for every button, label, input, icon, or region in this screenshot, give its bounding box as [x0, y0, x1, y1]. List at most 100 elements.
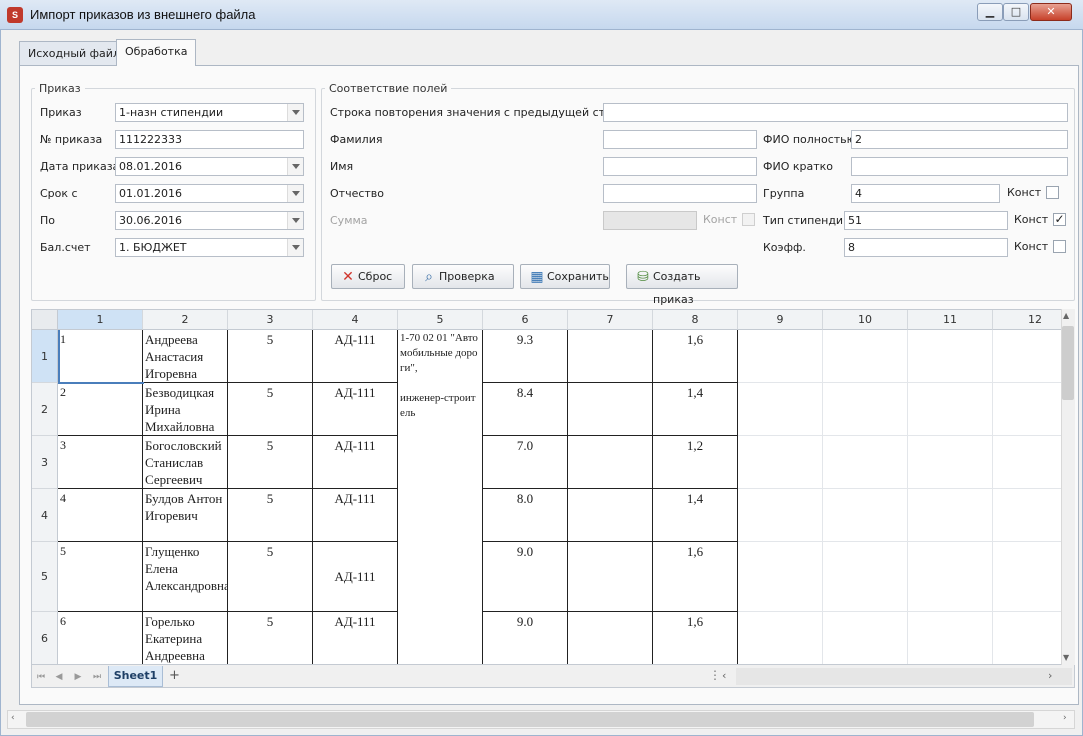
save-button[interactable]: ▦ Сохранить: [520, 264, 610, 289]
chevron-down-icon[interactable]: [287, 158, 303, 175]
chevron-down-icon[interactable]: [287, 212, 303, 229]
grid-cell[interactable]: 5: [228, 542, 313, 612]
repeat-row-input[interactable]: [603, 103, 1068, 122]
grid-cell[interactable]: 6: [58, 612, 143, 664]
grid-horizontal-scrollbar[interactable]: [736, 668, 1072, 685]
grid-cell[interactable]: [568, 330, 653, 383]
grid-cell[interactable]: [738, 436, 823, 489]
close-button[interactable]: ✕: [1030, 3, 1072, 21]
grid-cell[interactable]: [823, 612, 908, 664]
grid-cell[interactable]: АД-111: [313, 489, 398, 542]
grid-cell[interactable]: [908, 542, 993, 612]
grid-cell[interactable]: [568, 612, 653, 664]
grid-cell[interactable]: Богословский Станислав Сергеевич: [143, 436, 228, 489]
maximize-button[interactable]: □: [1003, 3, 1029, 21]
grid-cell[interactable]: [823, 330, 908, 383]
grid-cell[interactable]: [738, 542, 823, 612]
grid-cell[interactable]: Глущенко Елена Александровна: [143, 542, 228, 612]
reset-button[interactable]: ✕ Сброс: [331, 264, 405, 289]
shortname-input[interactable]: [851, 157, 1068, 176]
order-type-select[interactable]: 1-назн стипендии: [115, 103, 304, 122]
grid-cell[interactable]: Горелько Екатерина Андреевна: [143, 612, 228, 664]
order-date-picker[interactable]: 08.01.2016: [115, 157, 304, 176]
grid-cell[interactable]: [568, 383, 653, 436]
chevron-down-icon[interactable]: [287, 185, 303, 202]
tab-source-file[interactable]: Исходный файл: [19, 41, 129, 65]
coef-const-checkbox[interactable]: [1053, 240, 1066, 253]
grid-cell[interactable]: 5: [228, 330, 313, 383]
grid-cell[interactable]: 3: [58, 436, 143, 489]
grid-cell[interactable]: АД-111: [313, 383, 398, 436]
scroll-down-icon[interactable]: ▼: [1063, 653, 1069, 662]
grid-cell[interactable]: 9.0: [483, 612, 568, 664]
grid-cell[interactable]: [823, 489, 908, 542]
grid-vertical-scroll-thumb[interactable]: [1062, 326, 1074, 400]
sheet-tab[interactable]: Sheet1: [108, 666, 163, 687]
grid-cell[interactable]: 1,4: [653, 383, 738, 436]
patronymic-input[interactable]: [603, 184, 757, 203]
grid-cell[interactable]: [738, 330, 823, 383]
grid-cell[interactable]: 8.4: [483, 383, 568, 436]
grid-cell[interactable]: [568, 542, 653, 612]
splitter-handle-icon[interactable]: ⋮: [709, 668, 721, 682]
prev-sheet-icon[interactable]: ◀: [51, 669, 67, 685]
grid-cell[interactable]: АД-111: [313, 436, 398, 489]
period-to-picker[interactable]: 30.06.2016: [115, 211, 304, 230]
scroll-left-icon[interactable]: ‹: [722, 669, 726, 682]
surname-input[interactable]: [603, 130, 757, 149]
grid-cell[interactable]: [568, 436, 653, 489]
grid-cell[interactable]: 1,6: [653, 542, 738, 612]
grid-cell[interactable]: [908, 489, 993, 542]
grid-cell[interactable]: АД-111: [313, 330, 398, 383]
scroll-right-icon[interactable]: ›: [1048, 669, 1052, 682]
tab-processing[interactable]: Обработка: [116, 39, 197, 66]
period-from-picker[interactable]: 01.01.2016: [115, 184, 304, 203]
grid-cell[interactable]: 5: [58, 542, 143, 612]
chevron-down-icon[interactable]: [287, 104, 303, 121]
name-input[interactable]: [603, 157, 757, 176]
grid-cell[interactable]: 1,6: [653, 612, 738, 664]
grid-cell[interactable]: Безводицкая Ирина Михайловна: [143, 383, 228, 436]
group-const-checkbox[interactable]: [1046, 186, 1059, 199]
grid-cell[interactable]: [738, 612, 823, 664]
grid-cell[interactable]: [568, 489, 653, 542]
grid-cell[interactable]: [908, 383, 993, 436]
first-sheet-icon[interactable]: ⏮: [33, 669, 49, 685]
grid-cell[interactable]: Андреева Анастасия Игоревна: [143, 330, 228, 383]
account-select[interactable]: 1. БЮДЖЕТ: [115, 238, 304, 257]
create-order-button[interactable]: ⛁ Создать приказ: [626, 264, 738, 306]
type-const-checkbox[interactable]: ✓: [1053, 213, 1066, 226]
scroll-up-icon[interactable]: ▲: [1063, 311, 1069, 320]
grid-cell[interactable]: 5: [228, 383, 313, 436]
grid-cell[interactable]: [823, 383, 908, 436]
grid-cell[interactable]: [823, 436, 908, 489]
scroll-left-icon[interactable]: ‹: [11, 713, 15, 723]
grid-cell[interactable]: 1,4: [653, 489, 738, 542]
grid-cell[interactable]: 4: [58, 489, 143, 542]
coefficient-input[interactable]: 8: [844, 238, 1008, 257]
grid-cell[interactable]: АД-111: [313, 612, 398, 664]
grid-cell[interactable]: [823, 542, 908, 612]
grid-cell[interactable]: 1,6: [653, 330, 738, 383]
grid-cell[interactable]: 5: [228, 436, 313, 489]
spreadsheet-grid[interactable]: 1 2 3 4 5 6 7 8 9 10 11 12 1 2 3 4 5 6 1…: [31, 309, 1075, 665]
minimize-button[interactable]: ▁: [977, 3, 1003, 21]
grid-cell[interactable]: [908, 330, 993, 383]
grid-cell[interactable]: [908, 436, 993, 489]
grid-cell[interactable]: [738, 383, 823, 436]
window-horizontal-scroll-thumb[interactable]: [26, 712, 1034, 727]
scholarship-type-input[interactable]: 51: [844, 211, 1008, 230]
grid-cell[interactable]: 7.0: [483, 436, 568, 489]
grid-cell[interactable]: 5: [228, 612, 313, 664]
chevron-down-icon[interactable]: [287, 239, 303, 256]
grid-cell[interactable]: [908, 612, 993, 664]
scroll-right-icon[interactable]: ›: [1063, 713, 1067, 723]
grid-cell[interactable]: 2: [58, 383, 143, 436]
grid-cell[interactable]: Булдов Антон Игоревич: [143, 489, 228, 542]
merged-specialty-cell[interactable]: 1-70 02 01 "Автомобильные дороги", инжен…: [398, 330, 483, 664]
check-button[interactable]: ⌕ Проверка: [412, 264, 514, 289]
grid-cell[interactable]: 5: [228, 489, 313, 542]
group-input[interactable]: 4: [851, 184, 1000, 203]
grid-cell[interactable]: АД-111: [313, 542, 398, 612]
grid-cell[interactable]: 1,2: [653, 436, 738, 489]
